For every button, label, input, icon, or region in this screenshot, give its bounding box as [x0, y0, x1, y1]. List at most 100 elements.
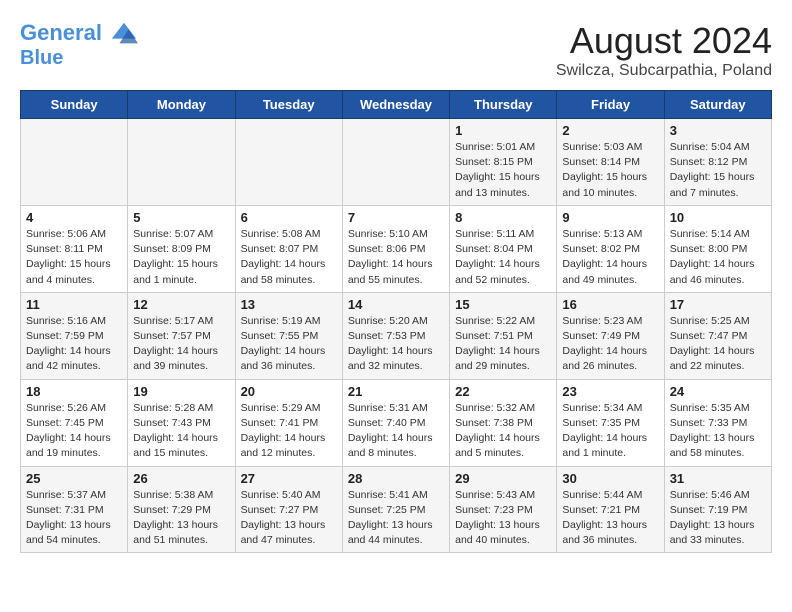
cell-info: Sunrise: 5:08 AMSunset: 8:07 PMDaylight:…	[241, 227, 337, 288]
calendar-cell: 13 Sunrise: 5:19 AMSunset: 7:55 PMDayligh…	[235, 292, 342, 379]
calendar-cell: 30 Sunrise: 5:44 AMSunset: 7:21 PMDayligh…	[557, 466, 664, 553]
calendar-cell: 17 Sunrise: 5:25 AMSunset: 7:47 PMDayligh…	[664, 292, 771, 379]
cell-day-number: 17	[670, 297, 766, 312]
dow-header-monday: Monday	[128, 91, 235, 119]
calendar-cell: 18 Sunrise: 5:26 AMSunset: 7:45 PMDayligh…	[21, 379, 128, 466]
cell-day-number: 21	[348, 384, 444, 399]
cell-day-number: 19	[133, 384, 229, 399]
calendar-body: 1 Sunrise: 5:01 AMSunset: 8:15 PMDaylight…	[21, 119, 772, 553]
cell-info: Sunrise: 5:04 AMSunset: 8:12 PMDaylight:…	[670, 140, 766, 201]
cell-day-number: 13	[241, 297, 337, 312]
calendar-cell	[21, 119, 128, 206]
cell-info: Sunrise: 5:22 AMSunset: 7:51 PMDaylight:…	[455, 314, 551, 375]
cell-info: Sunrise: 5:01 AMSunset: 8:15 PMDaylight:…	[455, 140, 551, 201]
cell-info: Sunrise: 5:31 AMSunset: 7:40 PMDaylight:…	[348, 401, 444, 462]
calendar-cell: 9 Sunrise: 5:13 AMSunset: 8:02 PMDaylight…	[557, 205, 664, 292]
cell-day-number: 11	[26, 297, 122, 312]
calendar-cell: 19Sunrise: 5:28 AMSunset: 7:43 PMDayligh…	[128, 379, 235, 466]
cell-info: Sunrise: 5:38 AMSunset: 7:29 PMDaylight:…	[133, 488, 229, 549]
dow-header-sunday: Sunday	[21, 91, 128, 119]
cell-day-number: 7	[348, 210, 444, 225]
cell-day-number: 18	[26, 384, 122, 399]
cell-day-number: 12	[133, 297, 229, 312]
cell-day-number: 20	[241, 384, 337, 399]
calendar-cell: 8 Sunrise: 5:11 AMSunset: 8:04 PMDaylight…	[450, 205, 557, 292]
days-of-week-row: SundayMondayTuesdayWednesdayThursdayFrid…	[21, 91, 772, 119]
calendar-cell: 29 Sunrise: 5:43 AMSunset: 7:23 PMDayligh…	[450, 466, 557, 553]
cell-day-number: 22	[455, 384, 551, 399]
cell-day-number: 6	[241, 210, 337, 225]
cell-info: Sunrise: 5:16 AMSunset: 7:59 PMDaylight:…	[26, 314, 122, 375]
cell-day-number: 2	[562, 123, 658, 138]
calendar-cell: 4 Sunrise: 5:06 AMSunset: 8:11 PMDaylight…	[21, 205, 128, 292]
cell-day-number: 25	[26, 471, 122, 486]
cell-info: Sunrise: 5:13 AMSunset: 8:02 PMDaylight:…	[562, 227, 658, 288]
page-subtitle: Swilcza, Subcarpathia, Poland	[556, 62, 772, 80]
calendar-cell: 26Sunrise: 5:38 AMSunset: 7:29 PMDayligh…	[128, 466, 235, 553]
week-row-2: 4 Sunrise: 5:06 AMSunset: 8:11 PMDaylight…	[21, 205, 772, 292]
cell-day-number: 9	[562, 210, 658, 225]
cell-info: Sunrise: 5:44 AMSunset: 7:21 PMDaylight:…	[562, 488, 658, 549]
week-row-5: 25 Sunrise: 5:37 AMSunset: 7:31 PMDayligh…	[21, 466, 772, 553]
cell-info: Sunrise: 5:14 AMSunset: 8:00 PMDaylight:…	[670, 227, 766, 288]
calendar-cell: 20 Sunrise: 5:29 AMSunset: 7:41 PMDayligh…	[235, 379, 342, 466]
cell-info: Sunrise: 5:32 AMSunset: 7:38 PMDaylight:…	[455, 401, 551, 462]
cell-info: Sunrise: 5:43 AMSunset: 7:23 PMDaylight:…	[455, 488, 551, 549]
cell-day-number: 29	[455, 471, 551, 486]
cell-day-number: 5	[133, 210, 229, 225]
cell-info: Sunrise: 5:23 AMSunset: 7:49 PMDaylight:…	[562, 314, 658, 375]
calendar-cell	[128, 119, 235, 206]
calendar-cell: 3Sunrise: 5:04 AMSunset: 8:12 PMDaylight…	[664, 119, 771, 206]
calendar-cell: 2 Sunrise: 5:03 AMSunset: 8:14 PMDaylight…	[557, 119, 664, 206]
calendar-cell: 7 Sunrise: 5:10 AMSunset: 8:06 PMDaylight…	[342, 205, 449, 292]
calendar-cell: 12 Sunrise: 5:17 AMSunset: 7:57 PMDayligh…	[128, 292, 235, 379]
cell-info: Sunrise: 5:10 AMSunset: 8:06 PMDaylight:…	[348, 227, 444, 288]
logo-text: General	[20, 20, 138, 48]
cell-day-number: 30	[562, 471, 658, 486]
calendar-cell: 24Sunrise: 5:35 AMSunset: 7:33 PMDayligh…	[664, 379, 771, 466]
calendar-cell: 28Sunrise: 5:41 AMSunset: 7:25 PMDayligh…	[342, 466, 449, 553]
cell-info: Sunrise: 5:19 AMSunset: 7:55 PMDaylight:…	[241, 314, 337, 375]
dow-header-thursday: Thursday	[450, 91, 557, 119]
calendar-cell: 10 Sunrise: 5:14 AMSunset: 8:00 PMDayligh…	[664, 205, 771, 292]
cell-info: Sunrise: 5:07 AMSunset: 8:09 PMDaylight:…	[133, 227, 229, 288]
cell-info: Sunrise: 5:03 AMSunset: 8:14 PMDaylight:…	[562, 140, 658, 201]
cell-day-number: 4	[26, 210, 122, 225]
cell-day-number: 15	[455, 297, 551, 312]
cell-info: Sunrise: 5:25 AMSunset: 7:47 PMDaylight:…	[670, 314, 766, 375]
cell-day-number: 28	[348, 471, 444, 486]
cell-day-number: 23	[562, 384, 658, 399]
cell-info: Sunrise: 5:20 AMSunset: 7:53 PMDaylight:…	[348, 314, 444, 375]
week-row-4: 18 Sunrise: 5:26 AMSunset: 7:45 PMDayligh…	[21, 379, 772, 466]
calendar-cell: 21 Sunrise: 5:31 AMSunset: 7:40 PMDayligh…	[342, 379, 449, 466]
cell-info: Sunrise: 5:06 AMSunset: 8:11 PMDaylight:…	[26, 227, 122, 288]
cell-day-number: 14	[348, 297, 444, 312]
cell-day-number: 10	[670, 210, 766, 225]
cell-info: Sunrise: 5:46 AMSunset: 7:19 PMDaylight:…	[670, 488, 766, 549]
calendar-cell	[235, 119, 342, 206]
cell-info: Sunrise: 5:40 AMSunset: 7:27 PMDaylight:…	[241, 488, 337, 549]
calendar-cell: 27Sunrise: 5:40 AMSunset: 7:27 PMDayligh…	[235, 466, 342, 553]
calendar-table: SundayMondayTuesdayWednesdayThursdayFrid…	[20, 90, 772, 553]
cell-info: Sunrise: 5:26 AMSunset: 7:45 PMDaylight:…	[26, 401, 122, 462]
calendar-cell: 23 Sunrise: 5:34 AMSunset: 7:35 PMDayligh…	[557, 379, 664, 466]
dow-header-saturday: Saturday	[664, 91, 771, 119]
cell-info: Sunrise: 5:11 AMSunset: 8:04 PMDaylight:…	[455, 227, 551, 288]
cell-info: Sunrise: 5:29 AMSunset: 7:41 PMDaylight:…	[241, 401, 337, 462]
dow-header-tuesday: Tuesday	[235, 91, 342, 119]
cell-info: Sunrise: 5:37 AMSunset: 7:31 PMDaylight:…	[26, 488, 122, 549]
dow-header-wednesday: Wednesday	[342, 91, 449, 119]
title-block: August 2024 Swilcza, Subcarpathia, Polan…	[556, 20, 772, 80]
calendar-cell: 14 Sunrise: 5:20 AMSunset: 7:53 PMDayligh…	[342, 292, 449, 379]
calendar-cell: 11 Sunrise: 5:16 AMSunset: 7:59 PMDayligh…	[21, 292, 128, 379]
cell-day-number: 8	[455, 210, 551, 225]
cell-info: Sunrise: 5:17 AMSunset: 7:57 PMDaylight:…	[133, 314, 229, 375]
cell-info: Sunrise: 5:34 AMSunset: 7:35 PMDaylight:…	[562, 401, 658, 462]
cell-info: Sunrise: 5:35 AMSunset: 7:33 PMDaylight:…	[670, 401, 766, 462]
calendar-cell: 5 Sunrise: 5:07 AMSunset: 8:09 PMDaylight…	[128, 205, 235, 292]
calendar-cell	[342, 119, 449, 206]
page-header: General Blue August 2024 Swilcza, Subcar…	[20, 20, 772, 80]
calendar-cell: 25 Sunrise: 5:37 AMSunset: 7:31 PMDayligh…	[21, 466, 128, 553]
dow-header-friday: Friday	[557, 91, 664, 119]
cell-day-number: 1	[455, 123, 551, 138]
